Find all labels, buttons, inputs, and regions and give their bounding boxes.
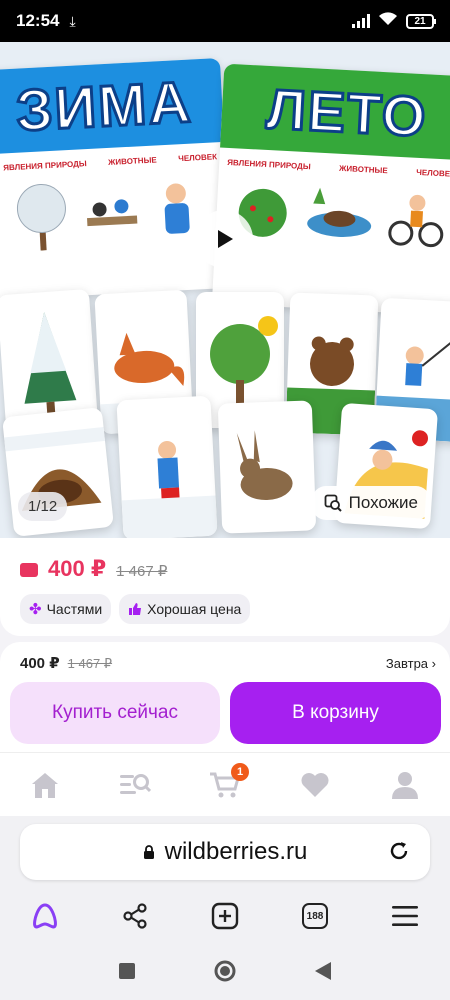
home-icon [32, 772, 58, 798]
system-navigation-bar [0, 946, 450, 1000]
tab-catalog[interactable] [115, 765, 155, 805]
reload-button[interactable] [388, 840, 410, 867]
back-nav-button[interactable] [314, 961, 332, 986]
square-icon [119, 962, 136, 979]
home-nav-button[interactable] [213, 959, 237, 988]
product-image-gallery[interactable]: ЗИМА ЯВЛЕНИЯ ПРИРОДЫ ЖИВОТНЫЕ ЧЕЛОВЕК ЛЕ… [0, 42, 450, 538]
summer-bicycle-picture [388, 194, 444, 248]
back-triangle-icon [314, 961, 331, 980]
summer-title: ЛЕТО [264, 75, 431, 149]
tab-home[interactable] [25, 765, 65, 805]
buy-bar-old-price: 1 467 ₽ [67, 656, 113, 671]
chevron-right-icon: › [431, 656, 436, 671]
chip-installments[interactable]: ✤ Частями [20, 594, 112, 624]
alice-assistant-button[interactable] [27, 898, 63, 934]
summer-card: ЛЕТО ЯВЛЕНИЯ ПРИРОДЫ ЖИВОТНЫЕ ЧЕЛОВЕК [211, 63, 450, 317]
download-icon: ⤓ [69, 12, 76, 29]
status-time: 12:54 [16, 11, 60, 30]
thumbs-up-icon [129, 603, 142, 615]
wifi-icon [378, 11, 398, 31]
status-bar: 12:54 ⤓ 21 [0, 0, 450, 42]
winter-card: ЗИМА ЯВЛЕНИЯ ПРИРОДЫ ЖИВОТНЫЕ ЧЕЛОВЕК [0, 57, 232, 301]
plus-square-icon [211, 902, 239, 930]
gallery-counter: 1/12 [18, 492, 68, 521]
play-video-button[interactable] [195, 210, 253, 268]
winter-birds-picture [87, 199, 138, 227]
menu-button[interactable] [387, 898, 423, 934]
app-tab-bar: 1 [0, 752, 450, 816]
product-old-price: 1 467 ₽ [116, 563, 168, 580]
profile-icon [392, 771, 418, 799]
similar-button[interactable]: Похожие [311, 486, 430, 520]
winter-tree-picture [16, 184, 66, 251]
battery-icon: 21 [406, 13, 436, 29]
reload-icon [390, 842, 408, 860]
heart-icon [301, 773, 329, 797]
tab-favorites[interactable] [295, 765, 335, 805]
lock-icon [143, 844, 154, 859]
chip-installments-label: Частями [46, 601, 103, 617]
parts-icon: ✤ [29, 601, 42, 618]
puzzle-piece-hare [217, 400, 317, 534]
product-price: 400 ₽ [48, 556, 107, 581]
battery-level: 21 [414, 15, 426, 27]
browser-url-area: wildberries.ru [0, 816, 450, 886]
hamburger-menu-icon [392, 906, 418, 926]
price-card: 400 ₽ 1 467 ₽ ✤ Частями Хорошая цена [0, 538, 450, 636]
share-icon [123, 903, 147, 929]
catalog-search-icon [120, 773, 151, 794]
share-button[interactable] [117, 898, 153, 934]
delivery-label: Завтра [385, 656, 429, 671]
signal-icon [352, 14, 370, 28]
address-bar[interactable]: wildberries.ru [20, 824, 430, 880]
winter-title: ЗИМА [13, 68, 195, 145]
summer-beaver-picture [307, 187, 372, 237]
delivery-link[interactable]: Завтра › [386, 656, 436, 671]
buy-bar: 400 ₽ 1 467 ₽ Завтра › Купить сейчас В к… [0, 642, 450, 752]
recent-apps-button[interactable] [118, 962, 136, 985]
browser-toolbar: 188 [0, 886, 450, 946]
tab-cart[interactable]: 1 [205, 762, 249, 805]
circle-icon [214, 960, 236, 981]
similar-search-icon [324, 494, 342, 512]
tab-profile[interactable] [385, 765, 425, 805]
wallet-icon [20, 563, 38, 577]
play-icon [218, 230, 233, 248]
similar-label: Похожие [348, 493, 418, 512]
buy-now-button[interactable]: Купить сейчас [10, 682, 220, 744]
alice-icon [33, 903, 57, 929]
add-to-cart-button[interactable]: В корзину [230, 682, 441, 744]
tabs-count: 188 [302, 903, 328, 929]
buy-bar-price: 400 ₽ [20, 655, 60, 672]
new-tab-button[interactable] [207, 898, 243, 934]
puzzle-piece-ice-fishing [116, 395, 218, 538]
chip-good-price-label: Хорошая цена [147, 601, 242, 617]
chip-good-price[interactable]: Хорошая цена [119, 594, 251, 624]
tabs-button[interactable]: 188 [297, 898, 333, 934]
cart-badge: 1 [231, 762, 249, 781]
url-text: wildberries.ru [164, 838, 308, 865]
